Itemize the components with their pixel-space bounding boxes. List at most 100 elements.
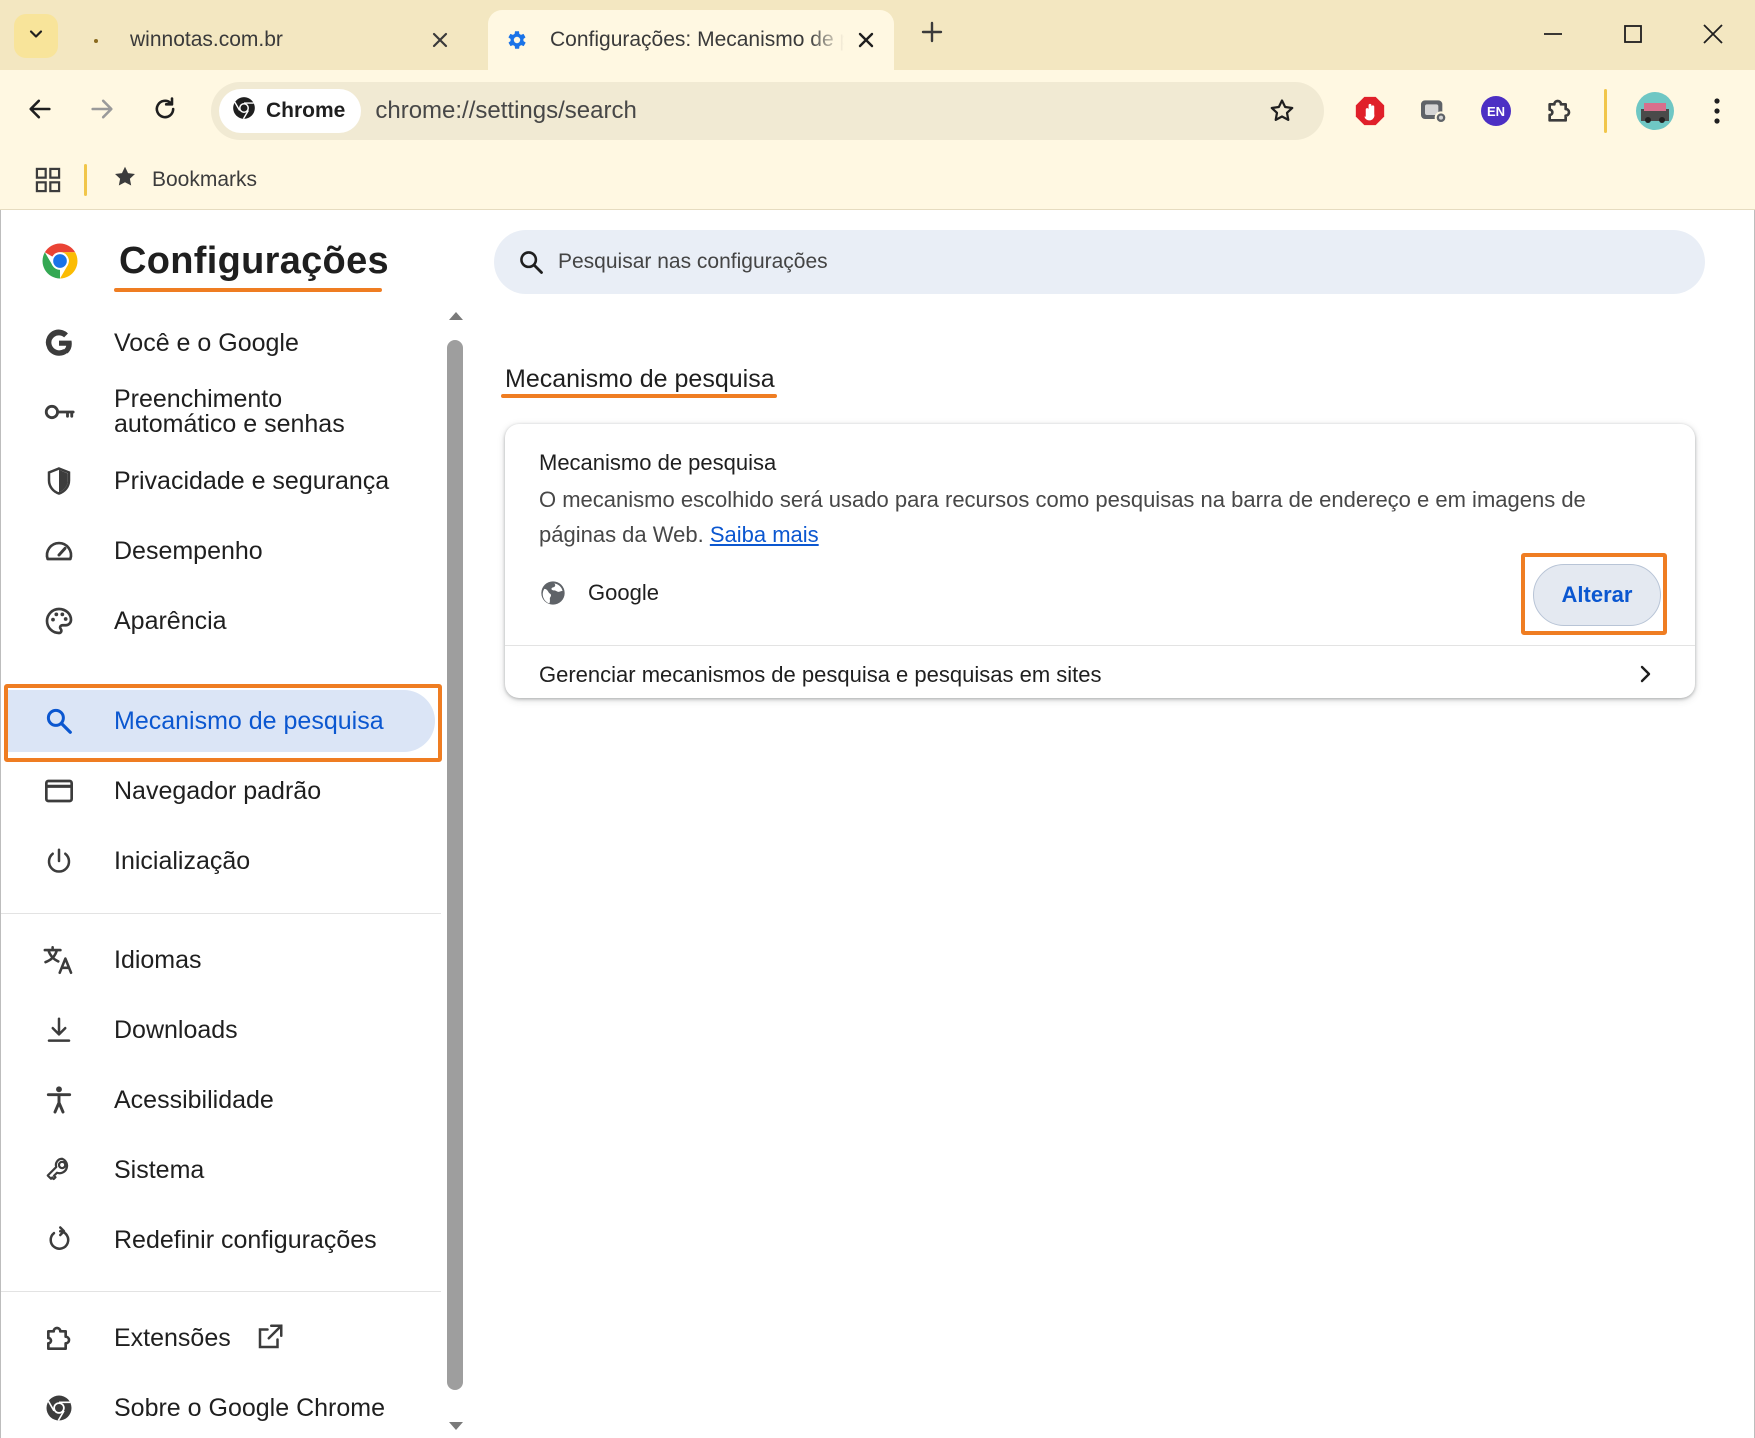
arrow-right-icon bbox=[88, 95, 116, 128]
sidebar-item-label: Sistema bbox=[114, 1155, 205, 1184]
search-engine-card: Mecanismo de pesquisa O mecanismo escolh… bbox=[505, 424, 1695, 698]
title-highlight-underline bbox=[114, 288, 382, 292]
url-text[interactable]: chrome://settings/search bbox=[375, 97, 1258, 125]
bookmarks-label: Bookmarks bbox=[152, 168, 258, 191]
chip-label: Chrome bbox=[266, 99, 346, 122]
current-engine-name: Google bbox=[588, 580, 659, 605]
sidebar-item-preenchimento[interactable]: Preenchimento automático e senhas bbox=[5, 377, 435, 447]
star-icon bbox=[112, 164, 138, 196]
tab-search-button[interactable] bbox=[14, 14, 58, 58]
bookmarks-separator bbox=[84, 164, 87, 196]
reset-icon bbox=[41, 1222, 77, 1258]
bookmarks-bar: Bookmarks bbox=[0, 152, 1755, 210]
sidebar-item-voce-e-o-google[interactable]: Você e o Google bbox=[5, 312, 435, 374]
sidebar-item-label: Sobre o Google Chrome bbox=[114, 1393, 385, 1422]
browser-toolbar: Chrome chrome://settings/search EN bbox=[0, 70, 1755, 152]
sidebar-item-navegador-padrao[interactable]: Navegador padrão bbox=[5, 760, 435, 822]
power-icon bbox=[41, 843, 77, 879]
sidebar-item-desempenho[interactable]: Desempenho bbox=[5, 520, 435, 582]
sidebar-item-label: Acessibilidade bbox=[114, 1085, 274, 1114]
page-title: Configurações bbox=[119, 240, 389, 282]
card-heading: Mecanismo de pesquisa bbox=[539, 450, 777, 475]
language-en-icon[interactable]: EN bbox=[1476, 91, 1516, 131]
puzzle-icon[interactable] bbox=[1539, 91, 1579, 131]
address-bar[interactable]: Chrome chrome://settings/search bbox=[211, 82, 1324, 140]
close-window-button[interactable] bbox=[1683, 14, 1743, 58]
bookmarks-folder[interactable]: Bookmarks bbox=[112, 162, 257, 198]
close-icon[interactable] bbox=[852, 26, 880, 54]
maximize-icon bbox=[1623, 24, 1643, 49]
accessibility-icon bbox=[41, 1082, 77, 1118]
minimize-button[interactable] bbox=[1523, 14, 1583, 58]
download-icon bbox=[41, 1012, 77, 1048]
sidebar-scroll-thumb[interactable] bbox=[447, 340, 463, 1390]
toolbar-separator bbox=[1604, 89, 1607, 133]
sidebar-item-label: Navegador padrão bbox=[114, 776, 322, 805]
sidebar-divider bbox=[1, 913, 441, 914]
close-icon[interactable] bbox=[426, 26, 454, 54]
search-icon bbox=[41, 703, 77, 739]
screen-capture-icon[interactable] bbox=[1413, 91, 1453, 131]
sidebar-item-label: Redefinir configurações bbox=[114, 1225, 377, 1254]
sidebar-item-label: Você e o Google bbox=[114, 328, 299, 357]
sidebar-item-extensoes[interactable]: Extensões bbox=[5, 1307, 435, 1369]
settings-search-input[interactable] bbox=[558, 250, 1558, 274]
sidebar-item-privacidade[interactable]: Privacidade e segurança bbox=[5, 450, 435, 512]
scroll-down-arrow-icon[interactable] bbox=[446, 1418, 466, 1434]
chevron-right-icon bbox=[1629, 658, 1661, 690]
reload-icon bbox=[151, 95, 179, 128]
sidebar-item-label: Privacidade e segurança bbox=[114, 466, 390, 495]
settings-search[interactable] bbox=[494, 230, 1705, 294]
settings-page: Configurações Você e o Google Preenchime… bbox=[0, 210, 1755, 1438]
menu-kebab-icon[interactable] bbox=[1697, 91, 1737, 131]
sidebar-item-label: Inicialização bbox=[114, 846, 251, 875]
extension-en-label: EN bbox=[1487, 104, 1505, 119]
winnotas-favicon-icon bbox=[84, 28, 108, 52]
adblock-icon[interactable] bbox=[1350, 91, 1390, 131]
key-icon bbox=[41, 394, 77, 430]
learn-more-link[interactable]: Saiba mais bbox=[710, 522, 819, 547]
tab-strip: winnotas.com.br Configurações: Mecanismo… bbox=[0, 0, 1755, 70]
sidebar-item-label: Desempenho bbox=[114, 536, 263, 565]
speedometer-icon bbox=[41, 533, 77, 569]
back-button[interactable] bbox=[16, 87, 64, 135]
sidebar-item-sobre-o-chrome[interactable]: Sobre o Google Chrome bbox=[5, 1377, 435, 1438]
sidebar-item-downloads[interactable]: Downloads bbox=[5, 999, 435, 1061]
sidebar-item-inicializacao[interactable]: Inicialização bbox=[5, 830, 435, 892]
chrome-icon bbox=[41, 1390, 77, 1426]
sidebar-item-idiomas[interactable]: Idiomas bbox=[5, 929, 435, 991]
external-link-icon bbox=[255, 1322, 285, 1359]
shield-icon bbox=[41, 463, 77, 499]
globe-icon bbox=[541, 581, 565, 605]
tab-title: Configurações: Mecanismo de pesquisa bbox=[550, 28, 844, 51]
google-icon bbox=[41, 325, 77, 361]
sidebar-item-acessibilidade[interactable]: Acessibilidade bbox=[5, 1069, 435, 1131]
apps-grid-icon[interactable] bbox=[30, 162, 66, 198]
sidebar-item-label: Idiomas bbox=[114, 945, 202, 974]
forward-button[interactable] bbox=[78, 87, 126, 135]
sidebar-item-sistema[interactable]: Sistema bbox=[5, 1139, 435, 1201]
sidebar-divider bbox=[1, 1291, 441, 1292]
maximize-button[interactable] bbox=[1603, 14, 1663, 58]
avatar[interactable] bbox=[1632, 88, 1678, 134]
reload-button[interactable] bbox=[141, 87, 189, 135]
puzzle-icon bbox=[41, 1320, 77, 1356]
chrome-logo-icon bbox=[42, 243, 78, 279]
tab-winnotas[interactable]: winnotas.com.br bbox=[68, 10, 468, 70]
palette-icon bbox=[41, 603, 77, 639]
manage-search-engines-row[interactable]: Gerenciar mecanismos de pesquisa e pesqu… bbox=[505, 646, 1695, 698]
site-info-chip[interactable]: Chrome bbox=[219, 89, 362, 133]
current-engine-row: Google bbox=[505, 552, 1695, 632]
bookmark-star-icon[interactable] bbox=[1258, 87, 1306, 135]
search-icon bbox=[516, 247, 546, 277]
sidebar-item-mecanismo-de-pesquisa[interactable]: Mecanismo de pesquisa bbox=[5, 690, 435, 752]
change-engine-button[interactable]: Alterar bbox=[1533, 564, 1661, 626]
tab-settings[interactable]: Configurações: Mecanismo de pesquisa bbox=[488, 10, 894, 70]
new-tab-button[interactable] bbox=[912, 14, 952, 54]
sidebar-item-label: Extensões bbox=[114, 1323, 231, 1352]
sidebar-item-redefinir[interactable]: Redefinir configurações bbox=[5, 1209, 435, 1271]
scroll-up-arrow-icon[interactable] bbox=[446, 308, 466, 324]
browser-window-icon bbox=[41, 773, 77, 809]
plus-icon bbox=[921, 21, 943, 48]
sidebar-item-aparencia[interactable]: Aparência bbox=[5, 590, 435, 652]
